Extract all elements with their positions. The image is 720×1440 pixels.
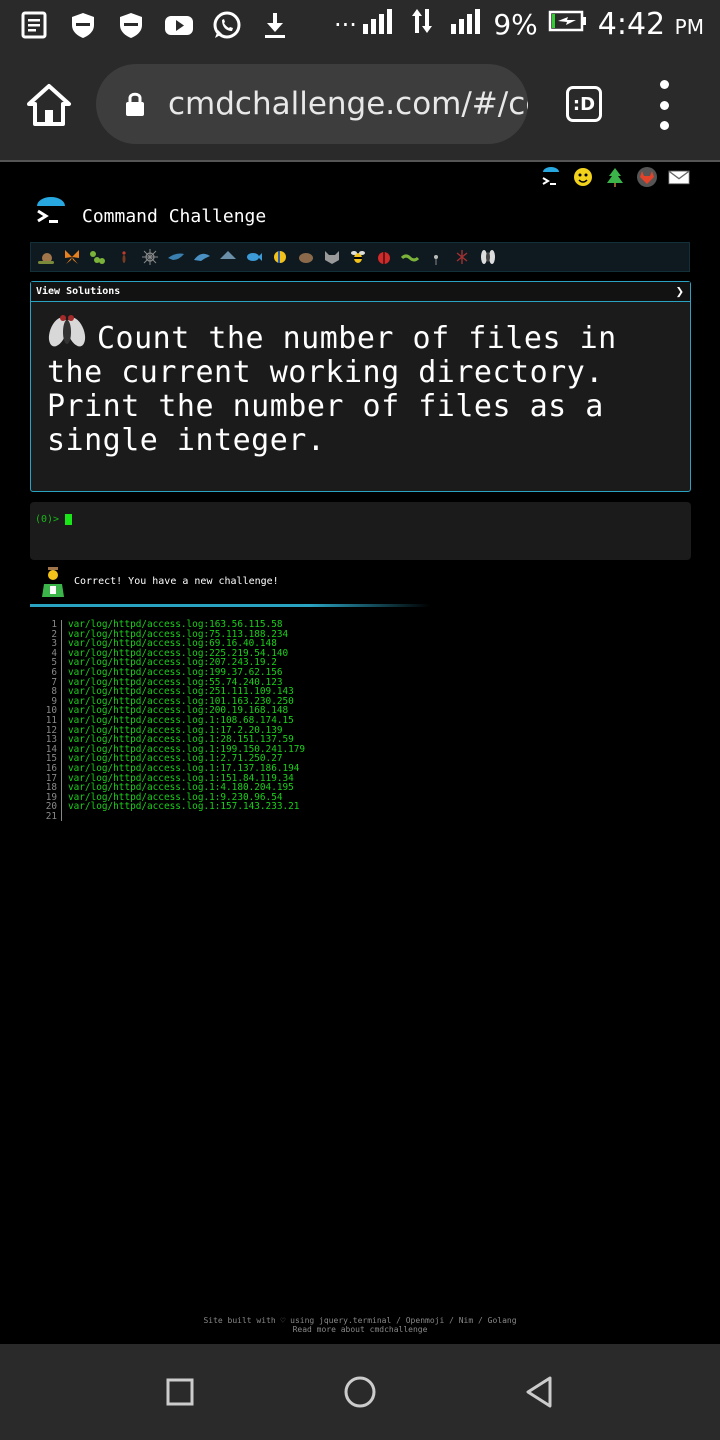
mosquito-icon[interactable] [427,248,445,266]
home-icon [27,84,71,126]
dot-icon [659,121,669,130]
footer-credits: Site built with ♡ using jquery.terminal … [203,1316,517,1325]
lock-icon [126,92,144,116]
hedgehog-icon[interactable] [297,248,315,266]
snail-icon[interactable] [37,248,55,266]
raccoon-icon[interactable] [323,248,341,266]
browser-menu-button[interactable] [656,80,672,130]
cricket-icon[interactable] [453,248,471,266]
cmdchallenge-logo [37,197,65,223]
web-page: Command Challenge View Solutions ❯ Count… [0,162,720,1344]
progress-bar [30,604,430,607]
dot-icon [659,100,669,110]
terminal-output: 1 var/log/httpd/access.log:163.56.115.58 2… [40,620,305,822]
output-line: 21 [40,812,305,822]
signal-icon [361,6,395,43]
gitlab-icon[interactable] [636,166,658,188]
challenge-description: Count the number of files in the current… [47,312,674,458]
clock: 4:42 PM [597,7,704,42]
ladybug-icon[interactable] [375,248,393,266]
dolphin-icon[interactable] [193,248,211,266]
back-button[interactable] [522,1374,558,1410]
view-solutions-label: View Solutions [36,286,121,297]
signal-icon [449,6,483,43]
result-banner: Correct! You have a new challenge! [38,566,698,600]
site-title: Command Challenge [82,206,267,227]
dot-icon [659,80,669,89]
battery-percent: 9% [493,8,538,41]
spider-icon[interactable] [141,248,159,266]
shark-icon[interactable] [219,248,237,266]
notification-icons: ··· [18,8,357,42]
output-text: var/log/httpd/access.log.1:157.143.233.2… [68,801,300,813]
url-text: cmdchallenge.com/#/cc [168,86,528,122]
battery-icon [548,6,588,43]
data-transfer-icon [405,6,439,43]
bird-icon[interactable] [167,248,185,266]
emoji-icon[interactable] [572,166,594,188]
result-message: Correct! You have a new challenge! [74,576,279,587]
footer: Site built with ♡ using jquery.terminal … [0,1316,720,1334]
cmdchallenge-icon[interactable] [540,166,562,188]
challenge-text: Count the number of files in the current… [47,321,617,458]
terminal-input[interactable]: (0)> [30,502,691,560]
mail-icon[interactable] [668,166,690,188]
butterfly-icon[interactable] [63,248,81,266]
youtube-icon [162,8,196,42]
bee-icon[interactable] [349,248,367,266]
navigation-bar [0,1344,720,1440]
fly-icon [48,315,86,347]
whatsapp-icon [210,8,244,42]
address-bar[interactable]: cmdchallenge.com/#/cc [96,64,528,144]
ant-icon[interactable] [115,248,133,266]
line-number: 21 [40,812,62,822]
browser-toolbar: cmdchallenge.com/#/cc :D [0,50,720,162]
browser-home-button[interactable] [26,82,72,128]
tropical-fish-icon[interactable] [271,248,289,266]
caterpillar-icon[interactable] [89,248,107,266]
fly-icon[interactable] [479,248,497,266]
terminal-cursor [65,514,72,525]
output-line: 20 var/log/httpd/access.log.1:157.143.233… [40,802,305,812]
shield-icon [114,8,148,42]
status-bar: ··· 9% 4:42 PM [0,0,720,50]
tab-switcher-button[interactable]: :D [566,86,602,122]
shield-icon [66,8,100,42]
tree-icon[interactable] [604,166,626,188]
graduate-icon [42,567,64,597]
read-more-link[interactable]: Read more about cmdchallenge [0,1325,720,1334]
home-button[interactable] [342,1374,378,1410]
terminal-prompt: (0)> [35,514,60,525]
challenge-card: View Solutions ❯ Count the number of fil… [30,281,691,492]
system-indicators: 9% 4:42 PM [361,6,704,43]
chevron-right-icon: ❯ [675,284,684,300]
header-links [540,166,690,188]
notes-icon [18,8,52,42]
challenge-level-bar [30,242,690,272]
fish-icon[interactable] [245,248,263,266]
worm-icon[interactable] [401,248,419,266]
view-solutions-toggle[interactable]: View Solutions ❯ [31,282,690,302]
download-icon [258,8,292,42]
recents-button[interactable] [162,1374,198,1410]
more-notifications-indicator: ··· [334,11,357,39]
